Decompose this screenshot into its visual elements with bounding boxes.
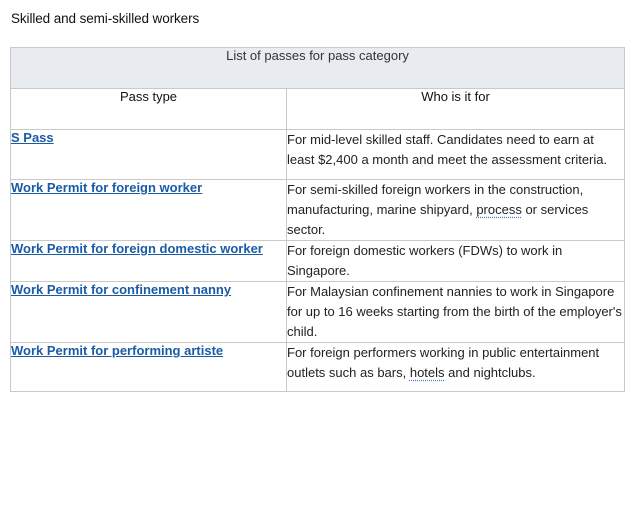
- work-permit-foreign-domestic-worker-link[interactable]: Work Permit for foreign domestic worker: [11, 241, 263, 256]
- pass-type-cell: Work Permit for confinement nanny: [10, 281, 287, 343]
- pass-type-cell: S Pass: [10, 129, 287, 180]
- s-pass-link[interactable]: S Pass: [11, 130, 54, 145]
- table-row: Work Permit for foreign domestic worker …: [10, 240, 625, 282]
- table-header-row: Pass type Who is it for: [10, 88, 625, 130]
- description-text: For foreign domestic workers (FDWs) to w…: [287, 243, 563, 278]
- table-row: Work Permit for confinement nanny For Ma…: [10, 281, 625, 343]
- table-row: Work Permit for performing artiste For f…: [10, 342, 625, 392]
- table-caption-row: List of passes for pass category: [10, 47, 625, 89]
- passes-table: List of passes for pass category Pass ty…: [10, 47, 625, 392]
- description-marked-word: process: [476, 202, 522, 217]
- work-permit-performing-artiste-link[interactable]: Work Permit for performing artiste: [11, 343, 223, 358]
- pass-type-cell: Work Permit for foreign domestic worker: [10, 240, 287, 282]
- description-cell: For foreign performers working in public…: [286, 342, 625, 392]
- pass-type-cell: Work Permit for performing artiste: [10, 342, 287, 392]
- pass-type-cell: Work Permit for foreign worker: [10, 179, 287, 241]
- description-cell: For foreign domestic workers (FDWs) to w…: [286, 240, 625, 282]
- column-header-who: Who is it for: [286, 88, 625, 130]
- description-cell: For Malaysian confinement nannies to wor…: [286, 281, 625, 343]
- work-permit-foreign-worker-link[interactable]: Work Permit for foreign worker: [11, 180, 202, 195]
- description-text: and nightclubs.: [444, 365, 536, 380]
- page-heading: Skilled and semi-skilled workers: [11, 11, 200, 26]
- description-cell: For semi-skilled foreign workers in the …: [286, 179, 625, 241]
- work-permit-confinement-nanny-link[interactable]: Work Permit for confinement nanny: [11, 282, 231, 297]
- table-caption: List of passes for pass category: [10, 47, 625, 89]
- column-header-pass-type: Pass type: [10, 88, 287, 130]
- table-row: Work Permit for foreign worker For semi-…: [10, 179, 625, 241]
- table-row: S Pass For mid-level skilled staff. Cand…: [10, 129, 625, 180]
- description-text: For Malaysian confinement nannies to wor…: [287, 284, 622, 339]
- description-cell: For mid-level skilled staff. Candidates …: [286, 129, 625, 180]
- description-marked-word: hotels: [409, 365, 445, 380]
- description-text: For mid-level skilled staff. Candidates …: [287, 132, 608, 167]
